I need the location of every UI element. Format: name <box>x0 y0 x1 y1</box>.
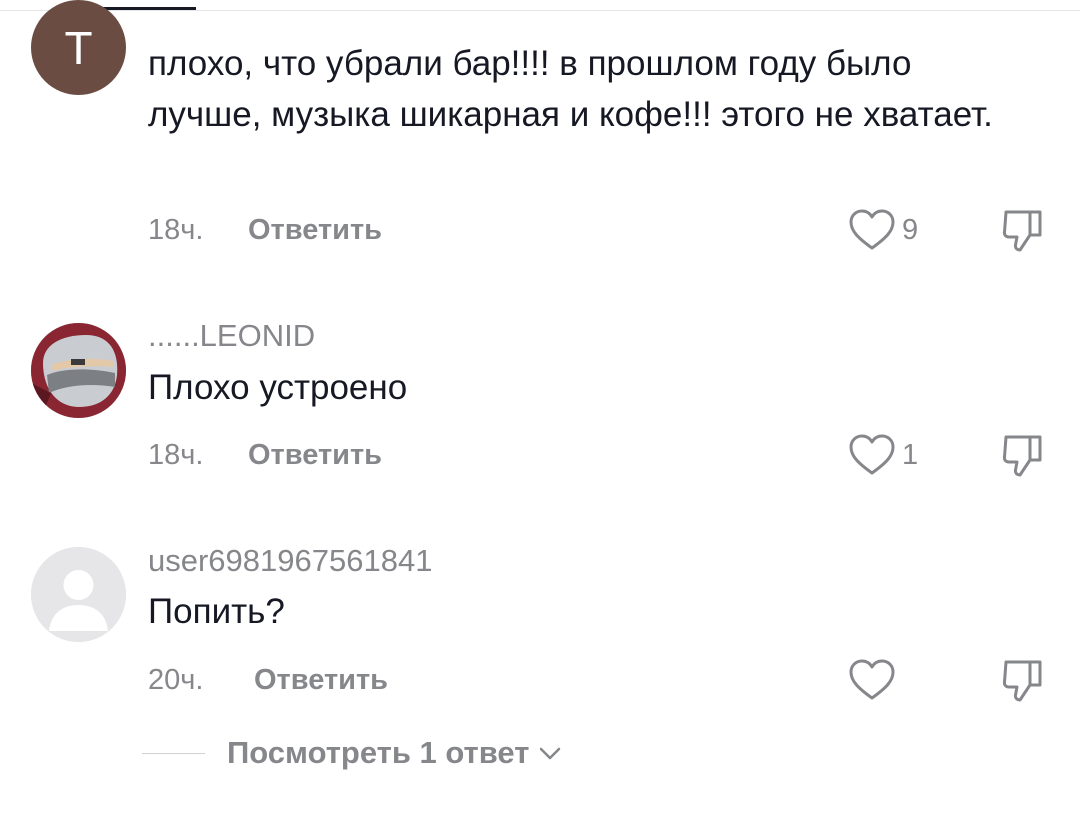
view-replies-label: Посмотреть 1 ответ <box>227 735 530 770</box>
comment-username[interactable]: user6981967561841 <box>148 543 432 579</box>
like-button[interactable]: 1 <box>848 433 918 477</box>
comment-text: Попить? <box>148 592 285 631</box>
avatar[interactable] <box>31 547 126 642</box>
avatar-letter: T <box>64 21 93 74</box>
comment-time: 18ч. <box>148 214 204 246</box>
replies-divider <box>142 752 205 754</box>
heart-outline-icon <box>849 659 895 700</box>
comment-username[interactable]: ......LEONID <box>148 318 315 354</box>
heart-outline-icon <box>849 434 895 475</box>
view-replies-button[interactable]: Посмотреть 1 ответ <box>142 735 563 771</box>
comment-time: 18ч. <box>148 439 204 471</box>
dislike-button[interactable] <box>1000 208 1046 259</box>
dislike-button[interactable] <box>1000 433 1046 484</box>
avatar-photo-icon <box>31 323 126 418</box>
like-button[interactable]: 9 <box>848 208 918 252</box>
reply-button[interactable]: Ответить <box>248 214 382 247</box>
default-avatar-icon <box>31 547 126 642</box>
heart-outline-icon <box>849 209 895 250</box>
avatar[interactable] <box>31 323 126 418</box>
thumbs-down-icon <box>1002 435 1042 477</box>
thumbs-down-icon <box>1002 660 1042 702</box>
comment-time: 20ч. <box>148 664 204 696</box>
comment-text: плохо, что убрали бар!!!! в прошлом году… <box>148 44 993 134</box>
comment-text: Плохо устроено <box>148 368 408 407</box>
chevron-down-icon <box>540 747 561 760</box>
reply-button[interactable]: Ответить <box>248 439 382 472</box>
top-divider <box>0 10 1080 11</box>
like-button[interactable] <box>848 658 902 702</box>
dislike-button[interactable] <box>1000 658 1046 709</box>
like-count: 1 <box>902 438 919 471</box>
like-count: 9 <box>902 213 919 246</box>
thumbs-down-icon <box>1002 210 1042 252</box>
reply-button[interactable]: Ответить <box>254 664 388 697</box>
avatar[interactable]: T <box>31 0 126 95</box>
